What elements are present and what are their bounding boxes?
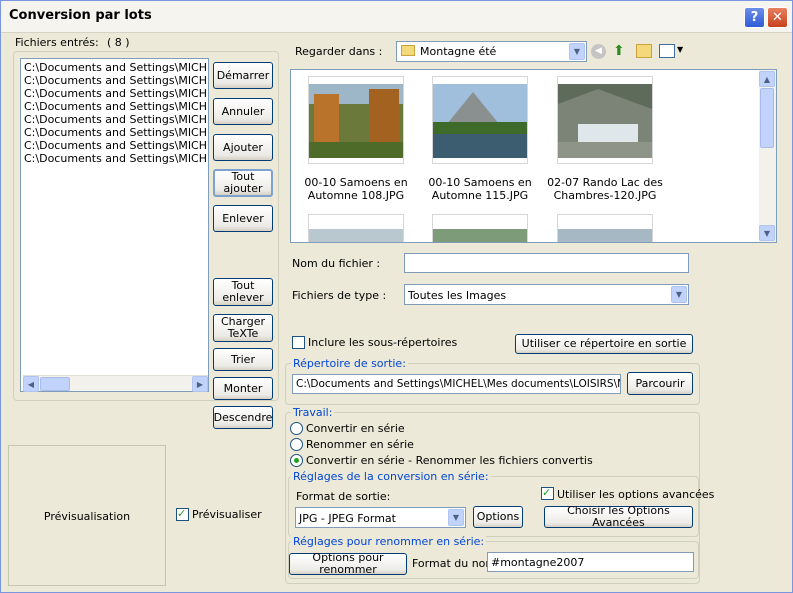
- chevron-down-icon[interactable]: ▼: [448, 509, 464, 526]
- thumbnail-4[interactable]: [308, 214, 404, 242]
- close-icon: ✕: [772, 10, 783, 25]
- radio-convert-label: Convertir en série: [306, 422, 405, 435]
- thumbnail-2[interactable]: [432, 76, 528, 164]
- thumbnail-1-caption: 00-10 Samoens en Automne 108.JPG: [304, 176, 408, 202]
- back-icon[interactable]: ◀: [591, 44, 606, 59]
- conversion-settings-label: Réglages de la conversion en série:: [291, 470, 491, 483]
- advanced-options-checkbox[interactable]: ✓: [541, 486, 554, 500]
- scroll-thumb[interactable]: [40, 377, 70, 391]
- filename-input[interactable]: [404, 253, 689, 273]
- advanced-options-label: Utiliser les options avancées: [557, 488, 715, 501]
- filetype-label: Fichiers de type :: [292, 289, 387, 302]
- load-text-button[interactable]: Charger TeXTe: [213, 314, 273, 342]
- scroll-left-arrow-icon[interactable]: ◀: [23, 376, 39, 392]
- file-list-item[interactable]: C:\Documents and Settings\MICHEL\: [24, 126, 207, 139]
- include-subfolders-checkbox[interactable]: [292, 336, 305, 349]
- filetype-select[interactable]: Toutes les Images ▼: [404, 284, 689, 305]
- help-button[interactable]: ?: [744, 7, 765, 28]
- new-folder-icon[interactable]: [636, 44, 652, 58]
- files-count: ( 8 ): [107, 36, 130, 49]
- scroll-right-arrow-icon[interactable]: ▶: [192, 376, 208, 392]
- use-directory-output-button[interactable]: Utiliser ce répertoire en sortie: [515, 334, 693, 354]
- look-in-value: Montagne été: [420, 45, 497, 58]
- files-list[interactable]: C:\Documents and Settings\MICHEL\ C:\Docu…: [20, 58, 209, 392]
- preview-box: Prévisualisation: [8, 445, 166, 586]
- view-dropdown-icon[interactable]: ▼: [677, 45, 683, 54]
- look-in-select[interactable]: Montagne été ▼: [396, 41, 587, 62]
- add-all-button[interactable]: Tout ajouter: [213, 169, 273, 197]
- move-down-button[interactable]: Descendre: [213, 406, 273, 429]
- file-list-item[interactable]: C:\Documents and Settings\MICHEL\: [24, 113, 207, 126]
- remove-all-button[interactable]: Tout enlever: [213, 278, 273, 306]
- thumbnail-2-caption: 00-10 Samoens en Automne 115.JPG: [428, 176, 532, 202]
- thumbnail-3-caption: 02-07 Rando Lac des Chambres-120.JPG: [547, 176, 663, 202]
- thumbnail-3[interactable]: [557, 76, 653, 164]
- file-list-item[interactable]: C:\Documents and Settings\MICHEL\: [24, 152, 207, 165]
- format-options-button[interactable]: Options: [473, 506, 523, 528]
- thumbnail-6[interactable]: [557, 214, 653, 242]
- add-button[interactable]: Ajouter: [213, 134, 273, 161]
- rename-options-button[interactable]: Options pour renommer: [289, 552, 407, 576]
- vertical-scrollbar[interactable]: ▲ ▼: [759, 70, 776, 242]
- check-icon: ✓: [177, 507, 187, 520]
- choose-advanced-options-button[interactable]: Choisir les Options Avancées: [544, 505, 693, 529]
- output-format-label: Format de sortie:: [296, 490, 391, 503]
- output-dir-label: Répertoire de sortie:: [291, 357, 408, 370]
- chevron-down-icon[interactable]: ▼: [569, 43, 585, 60]
- name-format-input[interactable]: #montagne2007: [487, 552, 694, 572]
- question-icon: ?: [750, 10, 759, 25]
- move-up-button[interactable]: Monter: [213, 377, 273, 400]
- cancel-button[interactable]: Annuler: [213, 98, 273, 125]
- thumbnail-5[interactable]: [432, 214, 528, 242]
- thumbnail-image-2: [433, 84, 527, 158]
- radio-convert-rename-label: Convertir en série - Renommer les fichie…: [306, 454, 593, 467]
- output-format-value: JPG - JPEG Format: [299, 512, 396, 525]
- preview-checkbox-label: Prévisualiser: [192, 508, 262, 521]
- scroll-thumb[interactable]: [760, 88, 774, 148]
- preview-box-label: Prévisualisation: [43, 510, 131, 523]
- output-format-select[interactable]: JPG - JPEG Format ▼: [295, 507, 466, 528]
- work-label: Travail:: [291, 406, 335, 419]
- rename-settings-label: Réglages pour renommer en série:: [291, 535, 487, 548]
- start-button[interactable]: Démarrer: [213, 62, 273, 89]
- thumbnail-image-1: [309, 84, 403, 158]
- close-button[interactable]: ✕: [767, 7, 788, 28]
- radio-rename[interactable]: [290, 438, 303, 451]
- files-label: Fichiers entrés:: [15, 36, 99, 49]
- thumbnail-browser[interactable]: 00-10 Samoens en Automne 108.JPG 00-10 Sa…: [290, 69, 777, 243]
- file-list-item[interactable]: C:\Documents and Settings\MICHEL\: [24, 100, 207, 113]
- thumbnail-1[interactable]: [308, 76, 404, 164]
- horizontal-scrollbar[interactable]: ◀ ▶: [23, 375, 208, 392]
- browse-button[interactable]: Parcourir: [627, 372, 693, 395]
- radio-convert[interactable]: [290, 422, 303, 435]
- thumbnail-image-3: [558, 84, 652, 158]
- chevron-down-icon[interactable]: ▼: [671, 286, 687, 303]
- file-list-item[interactable]: C:\Documents and Settings\MICHEL\: [24, 87, 207, 100]
- sort-button[interactable]: Trier: [213, 348, 273, 371]
- file-list-item[interactable]: C:\Documents and Settings\MICHEL\: [24, 61, 207, 74]
- preview-checkbox[interactable]: ✓: [176, 507, 189, 521]
- title-bar: Conversion par lots ? ✕: [1, 1, 792, 33]
- filename-label: Nom du fichier :: [292, 257, 381, 270]
- radio-rename-label: Renommer en série: [306, 438, 414, 451]
- view-menu-icon[interactable]: [659, 44, 675, 58]
- radio-convert-rename[interactable]: [290, 454, 303, 467]
- window-title: Conversion par lots: [9, 8, 152, 23]
- file-list-item[interactable]: C:\Documents and Settings\MICHEL\: [24, 139, 207, 152]
- scroll-down-arrow-icon[interactable]: ▼: [759, 225, 775, 241]
- output-dir-input[interactable]: C:\Documents and Settings\MICHEL\Mes doc…: [292, 374, 621, 394]
- batch-conversion-window: Conversion par lots ? ✕ Fichiers entrés:…: [0, 0, 793, 593]
- check-icon: ✓: [542, 486, 552, 499]
- radio-dot: [294, 458, 299, 463]
- scroll-up-arrow-icon[interactable]: ▲: [759, 71, 775, 87]
- remove-button[interactable]: Enlever: [213, 205, 273, 232]
- look-in-label: Regarder dans :: [295, 45, 383, 58]
- file-list-item[interactable]: C:\Documents and Settings\MICHEL\: [24, 74, 207, 87]
- filetype-value: Toutes les Images: [408, 289, 507, 302]
- up-folder-icon[interactable]: ⬆: [613, 43, 629, 59]
- include-subfolders-label: Inclure les sous-répertoires: [308, 336, 458, 349]
- folder-icon: [401, 45, 415, 56]
